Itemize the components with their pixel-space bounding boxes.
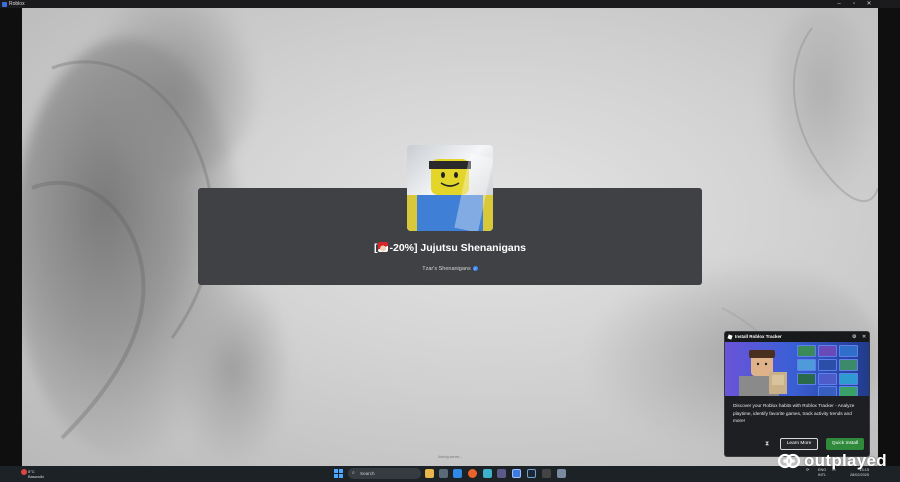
edge-icon[interactable] — [453, 469, 462, 478]
game-title-text: -20%] Jujutsu Shenanigans — [389, 242, 527, 254]
tracker-logo-icon — [727, 334, 733, 340]
popup-description: Discover your Roblox habits with Roblox … — [733, 403, 855, 423]
santa-emoji-icon — [378, 242, 389, 252]
roblox-icon — [2, 1, 7, 7]
taskbar-search[interactable]: ⌕ Search — [348, 468, 421, 479]
roblox-tracker-popup: Install Roblox Tracker ⚙ ✕ Discover your… — [724, 331, 870, 457]
search-icon: ⌕ — [352, 470, 355, 476]
learn-more-button[interactable]: Learn More — [780, 438, 818, 450]
game-thumbnail — [407, 145, 493, 231]
taskbar — [0, 466, 900, 482]
outplayed-logo-icon — [778, 453, 800, 469]
watermark-text: outplayed — [804, 451, 887, 470]
weather-icon — [21, 469, 27, 475]
screen: Roblox – ▫ ✕ [-20%] Jujutsu Shenanigans… — [0, 0, 900, 482]
language-sub: INTL — [818, 473, 827, 477]
photos-icon[interactable] — [483, 469, 492, 478]
search-placeholder: Search — [360, 471, 375, 476]
hourglass-icon: ⧗ — [765, 441, 770, 447]
window-titlebar: Roblox – ▫ ✕ — [0, 0, 900, 8]
clock-date: 28/02/2025 — [850, 473, 870, 477]
popup-header: Install Roblox Tracker ⚙ ✕ — [725, 332, 869, 342]
gear-icon[interactable]: ⚙ — [852, 332, 856, 342]
app-icon-2[interactable] — [557, 469, 566, 478]
quick-install-button[interactable]: Quick Install — [826, 438, 864, 450]
game-title-prefix: [ — [373, 242, 378, 254]
popup-title: Install Roblox Tracker — [735, 334, 782, 339]
game-title: [ -20%] Jujutsu Shenanigans — [198, 242, 702, 254]
avatar-illustration — [739, 350, 787, 396]
game-creator[interactable]: Tzar's Shenanigans ✓ — [198, 266, 702, 272]
close-icon[interactable]: ✕ — [862, 332, 866, 342]
windows-start-icon[interactable] — [334, 469, 343, 478]
app-icon[interactable] — [497, 469, 506, 478]
creator-name[interactable]: Tzar's Shenanigans — [422, 266, 470, 272]
maximize-icon[interactable]: ▫ — [847, 0, 861, 8]
roblox-avatar-image — [407, 145, 493, 231]
roblox-taskbar-icon[interactable] — [512, 469, 521, 478]
steam-icon[interactable] — [527, 469, 536, 478]
weather-widget[interactable]: 5°C Baswolki — [21, 469, 44, 479]
window-title: Roblox — [9, 1, 25, 7]
terminal-icon[interactable] — [542, 469, 551, 478]
popup-banner-image — [725, 342, 869, 396]
verified-icon: ✓ — [472, 266, 478, 272]
minimize-icon[interactable]: – — [832, 0, 846, 8]
close-icon[interactable]: ✕ — [862, 0, 876, 8]
store-icon[interactable] — [439, 469, 448, 478]
firefox-icon[interactable] — [468, 469, 477, 478]
file-explorer-icon[interactable] — [425, 469, 434, 478]
weather-desc: Baswolki — [28, 474, 44, 479]
